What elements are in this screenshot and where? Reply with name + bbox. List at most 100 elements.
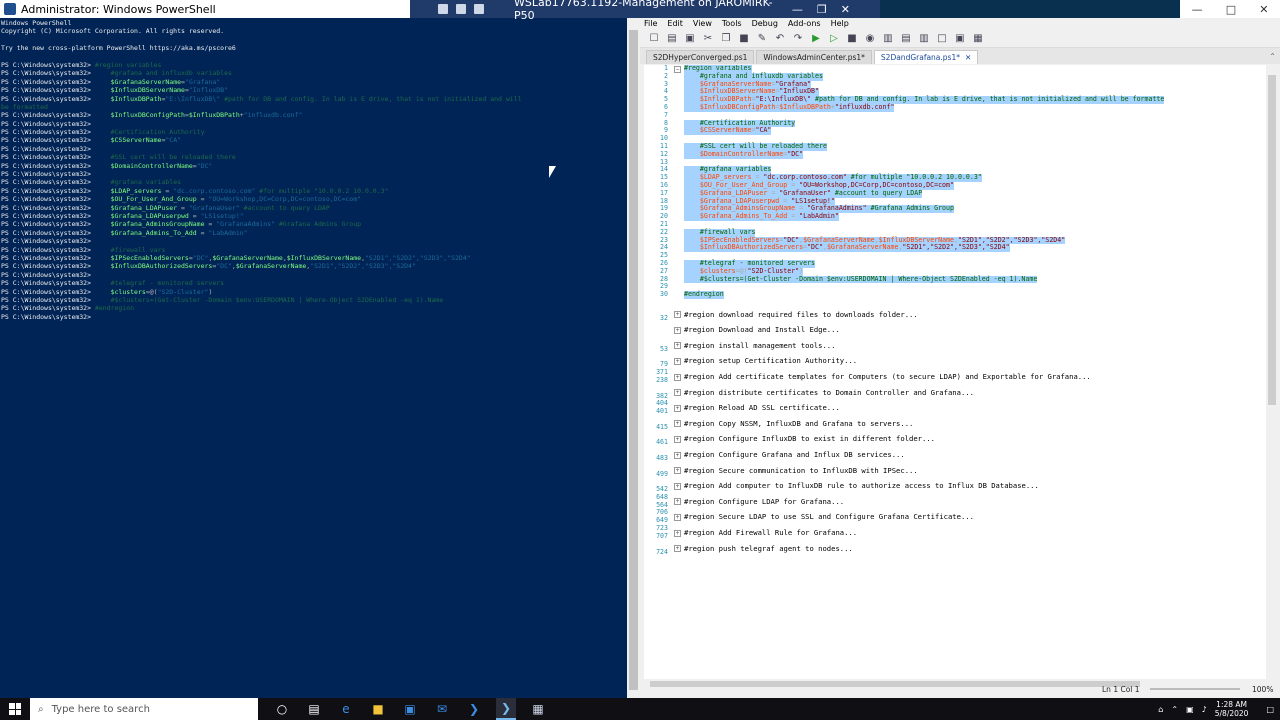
taskbar-clock[interactable]: 1:28 AM 5/8/2020 [1215, 700, 1249, 718]
expand-region-icon[interactable]: + [674, 357, 681, 365]
cut-icon[interactable]: ✂ [702, 33, 714, 45]
menu-item-help[interactable]: Help [831, 18, 849, 30]
collapsed-region[interactable]: 649 706 + #region Secure LDAP to use SSL an… [644, 508, 1266, 525]
collapsed-region[interactable]: 415 + #region Copy NSSM, InfluxDB and Graf… [644, 416, 1266, 432]
people-icon[interactable]: ⌂ [1158, 705, 1163, 714]
editor-line[interactable] [644, 299, 1266, 307]
script-tab[interactable]: S2DandGrafana.ps1* ✕ [873, 50, 979, 64]
redo-icon[interactable]: ↷ [792, 33, 804, 45]
editor-line[interactable]: 20 $Grafana_Admins_To_Add = "LabAdmin" [644, 212, 1266, 221]
collapsed-region[interactable]: 382 + #region distribute certificates to D… [644, 385, 1266, 401]
close-icon[interactable]: ✕ [1259, 3, 1268, 16]
new-file-icon[interactable]: ☐ [648, 33, 660, 45]
menu-item-view[interactable]: View [693, 18, 712, 30]
powershell-taskbar-icon[interactable]: ❯ [464, 698, 484, 720]
show-script-pane-right-icon[interactable]: ▥ [918, 33, 930, 45]
cortana-icon[interactable]: ○ [272, 698, 292, 720]
editor-vertical-scrollbar[interactable] [1266, 65, 1278, 679]
powershell-window[interactable]: Administrator: Windows PowerShell Window… [0, 0, 640, 698]
collapsed-region[interactable]: 564 648 + #region Configure LDAP for Grafan… [644, 493, 1266, 510]
editor-line[interactable]: 6 $InfluxDBConfigPath=$InfluxDBPath+"inf… [644, 103, 1266, 112]
show-script-pane-max-icon[interactable]: □ [936, 33, 948, 45]
notifications-icon[interactable]: □ [1266, 705, 1274, 714]
editor-line[interactable]: 9 $CSServerName="CA" [644, 126, 1266, 136]
powershell-console[interactable]: Windows PowerShell Copyright (C) Microsof… [0, 18, 627, 698]
collapse-pane-icon[interactable]: ⌃ [1269, 50, 1276, 64]
start-button[interactable] [0, 698, 30, 720]
expand-region-icon[interactable]: + [674, 498, 681, 506]
save-icon[interactable]: ▣ [684, 33, 696, 45]
collapsed-region[interactable]: 542 + #region Add computer to InfluxDB rul… [644, 478, 1266, 494]
collapsed-region[interactable]: 79 + #region setup Certification Authority… [644, 353, 1266, 369]
collapsed-region[interactable]: + #region Download and Install Edge... [644, 322, 1266, 338]
run-selection-icon[interactable]: ▷ [828, 33, 840, 45]
ctrl-alt-del-icon[interactable] [438, 4, 448, 14]
menu-item-add-ons[interactable]: Add-ons [788, 18, 821, 30]
editor-line[interactable]: 12 $DomainControllerName="DC" [644, 150, 1266, 159]
script-tab[interactable]: WindowsAdminCenter.ps1* [756, 50, 872, 64]
remote-session-icon[interactable]: ◉ [864, 33, 876, 45]
expand-region-icon[interactable]: + [674, 326, 681, 334]
show-script-pane-top-icon[interactable]: ▤ [900, 33, 912, 45]
expand-region-icon[interactable]: + [674, 435, 681, 443]
expand-region-icon[interactable]: + [674, 311, 681, 319]
run-script-icon[interactable]: ▶ [810, 33, 822, 45]
paste-icon[interactable]: ■ [738, 33, 750, 45]
expand-region-icon[interactable]: + [674, 513, 681, 521]
stop-icon[interactable]: ■ [846, 33, 858, 45]
task-view-icon[interactable]: ▤ [304, 698, 324, 720]
vm-restore-icon[interactable]: ❐ [817, 3, 827, 16]
scrollbar-thumb[interactable] [1268, 75, 1276, 405]
server-manager-icon[interactable]: ▦ [528, 698, 548, 720]
expand-region-icon[interactable]: + [674, 389, 681, 397]
tab-close-icon[interactable]: ✕ [965, 53, 971, 62]
stats-icon[interactable] [474, 4, 484, 14]
vm-minimize-icon[interactable]: — [792, 3, 803, 16]
expand-region-icon[interactable]: + [674, 342, 681, 350]
powershell-ise-window[interactable]: File Edit View Tools Debug Add-ons Help ☐ ▤ ▣ … [640, 18, 1280, 698]
open-file-icon[interactable]: ▤ [666, 33, 678, 45]
network-icon[interactable]: ▣ [1186, 705, 1194, 714]
expand-region-icon[interactable]: + [674, 373, 681, 381]
menu-item-tools[interactable]: Tools [722, 18, 742, 30]
collapsed-region[interactable]: 483 + #region Configure Grafana and Influx… [644, 447, 1266, 463]
script-tab[interactable]: S2DHyperConverged.ps1 [646, 50, 755, 64]
collapsed-region[interactable]: 238 371 + #region Add certificate templates… [644, 368, 1266, 385]
menu-item-edit[interactable]: Edit [667, 18, 683, 30]
collapse-region-icon[interactable]: − [674, 65, 681, 73]
collapsed-region[interactable]: 724 + #region push telegraf agent to nodes… [644, 541, 1266, 557]
show-command-window-icon[interactable]: ▣ [954, 33, 966, 45]
file-explorer-icon[interactable]: ■ [368, 698, 388, 720]
zoom-slider[interactable] [1150, 688, 1240, 690]
powershell-scrollbar[interactable] [627, 18, 640, 698]
expand-region-icon[interactable]: + [674, 482, 681, 490]
editor-line[interactable]: 30 #endregion [644, 290, 1266, 299]
show-command-addon-icon[interactable]: ▦ [972, 33, 984, 45]
minimize-icon[interactable]: — [1192, 3, 1203, 16]
expand-region-icon[interactable]: + [674, 404, 681, 412]
collapsed-region[interactable]: 707 723 + #region Add Firewall Rule for Gra… [644, 524, 1266, 541]
collapsed-region[interactable]: 499 + #region Secure communication to Infl… [644, 463, 1266, 479]
expand-region-icon[interactable]: + [674, 545, 681, 553]
expand-region-icon[interactable]: + [674, 529, 681, 537]
expand-region-icon[interactable]: + [674, 420, 681, 428]
powershell-ise-taskbar-icon[interactable]: ❯ [496, 698, 516, 720]
script-editor[interactable]: 1− #region variables 2 #grafana and influx… [644, 65, 1266, 679]
collapsed-region[interactable]: 32 + #region download required files to do… [644, 307, 1266, 323]
editor-line[interactable]: 28 #$clusters=(Get-Cluster -Domain $env:… [644, 275, 1266, 284]
menu-item-debug[interactable]: Debug [752, 18, 778, 30]
expand-region-icon[interactable]: + [674, 467, 681, 475]
collapsed-region[interactable]: 461 + #region Configure InfluxDB to exist … [644, 431, 1266, 447]
copy-icon[interactable]: ❐ [720, 33, 732, 45]
editor-line[interactable]: 24 $InfluxDBAuthorizedServers="DC",$Graf… [644, 243, 1266, 253]
collapsed-region[interactable]: 53 + #region install management tools... [644, 338, 1266, 354]
collapsed-region[interactable]: 401 404 + #region Reload AD SSL certificate… [644, 399, 1266, 416]
lock-icon[interactable] [456, 4, 466, 14]
undo-icon[interactable]: ↶ [774, 33, 786, 45]
vm-close-icon[interactable]: ✕ [841, 3, 850, 16]
maximize-icon[interactable]: □ [1226, 3, 1236, 16]
mail-icon[interactable]: ✉ [432, 698, 452, 720]
start-powershell-icon[interactable]: ▥ [882, 33, 894, 45]
store-icon[interactable]: ▣ [400, 698, 420, 720]
expand-region-icon[interactable]: + [674, 451, 681, 459]
